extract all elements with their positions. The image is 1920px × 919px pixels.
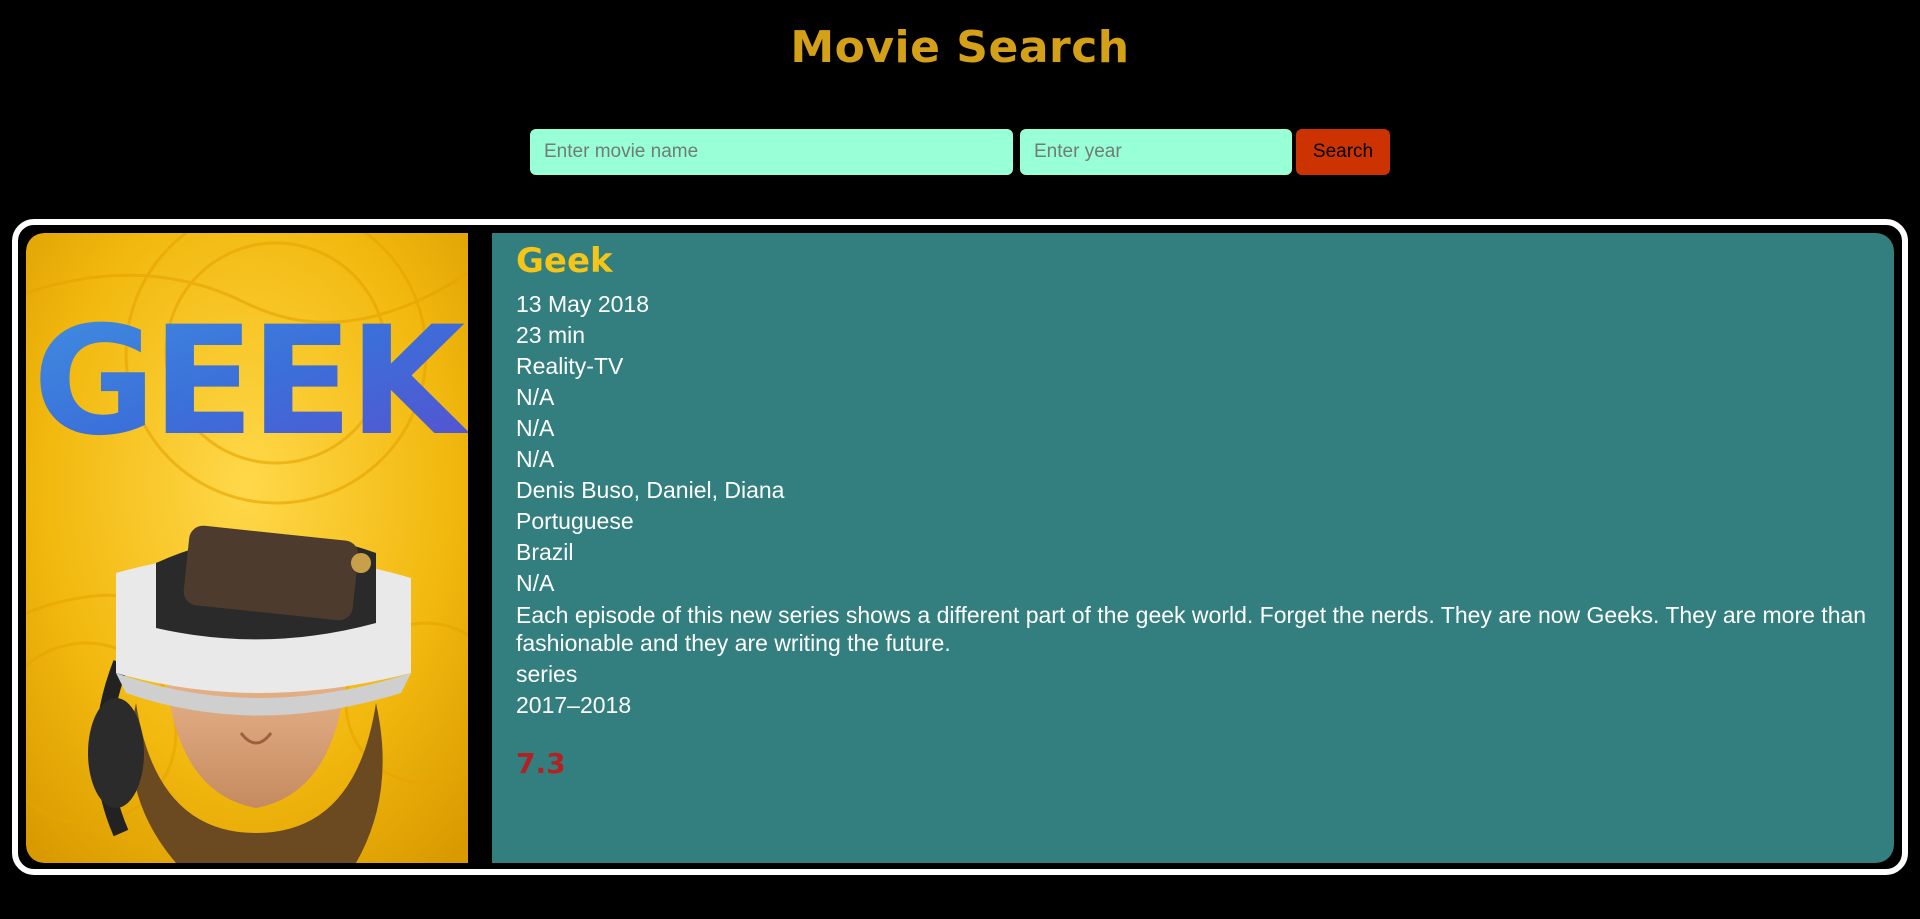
movie-name-input[interactable]: [530, 129, 1013, 175]
language: Portuguese: [516, 508, 634, 534]
search-button[interactable]: Search: [1296, 129, 1390, 175]
page-title: Movie Search: [790, 22, 1130, 73]
year-input[interactable]: [1020, 129, 1292, 175]
plot: Each episode of this new series shows a …: [516, 602, 1867, 656]
runtime: 23 min: [516, 322, 586, 348]
year-range: 2017–2018: [516, 692, 632, 718]
awards: N/A: [516, 570, 555, 596]
movie-card: GEEK Geek 13 May 2018 23 min Reality-TV …: [26, 233, 1894, 863]
rated: N/A: [516, 446, 555, 472]
movie-details: Geek 13 May 2018 23 min Reality-TV N/A N…: [492, 233, 1894, 863]
search-bar: Search: [0, 129, 1920, 175]
movie-poster: GEEK: [26, 233, 468, 863]
country: Brazil: [516, 539, 574, 565]
rating: 7.3: [516, 747, 566, 780]
genre: Reality-TV: [516, 353, 624, 379]
actors: Denis Buso, Daniel, Diana: [516, 477, 785, 503]
director: N/A: [516, 384, 555, 410]
movie-title: Geek: [516, 241, 613, 281]
released-date: 13 May 2018: [516, 291, 649, 317]
writer: N/A: [516, 415, 555, 441]
poster-title-text: GEEK: [33, 295, 468, 469]
type: series: [516, 661, 578, 687]
